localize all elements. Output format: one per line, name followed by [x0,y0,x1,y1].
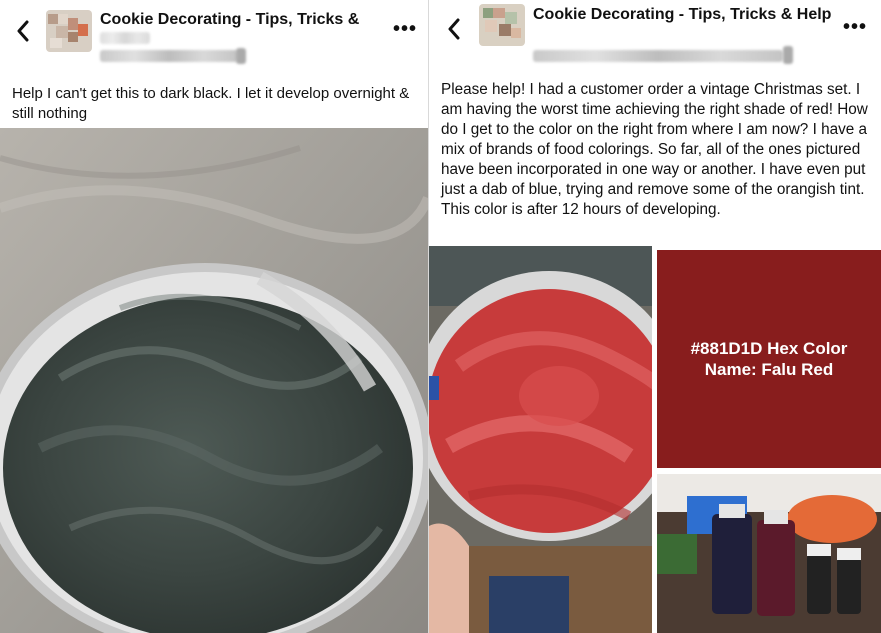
more-options-icon[interactable]: ••• [843,16,867,39]
blurred-author [100,50,238,62]
back-arrow-icon[interactable] [16,20,30,42]
group-avatar[interactable] [46,10,92,52]
post-photo[interactable] [0,128,428,633]
left-post: Cookie Decorating - Tips, Tricks & ••• H… [0,0,428,633]
blurred-privacy [236,48,246,64]
group-title[interactable]: Cookie Decorating - Tips, Tricks & [100,9,380,30]
blurred-meta [100,32,150,44]
post-body: Help I can't get this to dark black. I l… [12,85,410,122]
right-post: Cookie Decorating - Tips, Tricks & Help … [429,0,881,633]
back-arrow-icon[interactable] [447,18,461,40]
color-swatch: #881D1D Hex Color Name: Falu Red [657,250,881,468]
post-photo-icing[interactable] [429,246,652,633]
blurred-privacy [783,46,793,64]
group-title[interactable]: Cookie Decorating - Tips, Tricks & Help [533,4,833,25]
more-options-icon[interactable]: ••• [393,18,417,41]
blurred-meta [533,50,783,62]
swatch-name-label: Name: Falu Red [704,360,834,379]
swatch-hex-label: #881D1D Hex Color [690,339,848,358]
group-avatar[interactable] [479,4,525,46]
post-body: Please help! I had a customer order a vi… [441,81,868,218]
post-photo-colorings[interactable] [657,474,881,633]
